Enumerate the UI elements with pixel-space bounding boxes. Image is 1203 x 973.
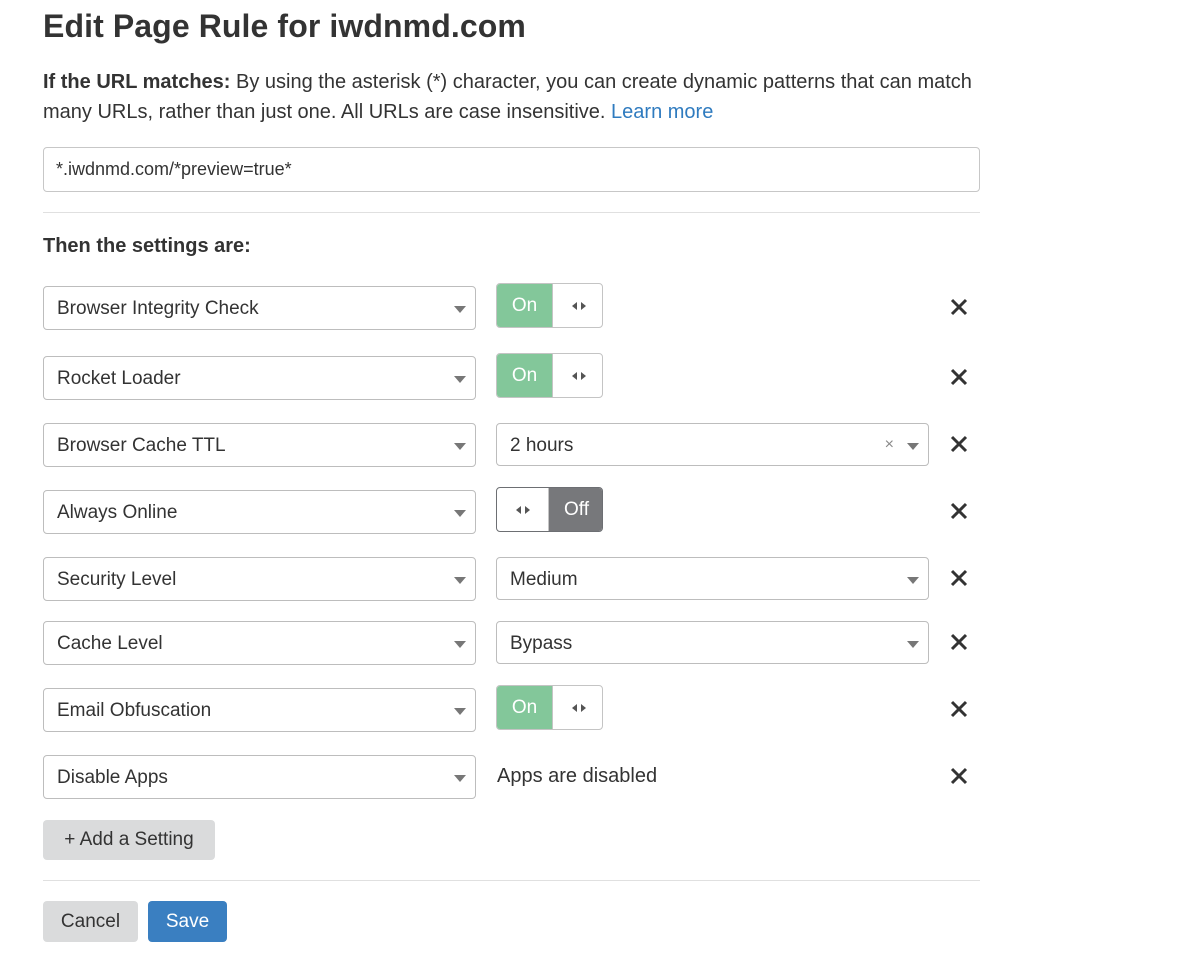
setting-select-label: Always Online <box>57 502 178 523</box>
toggle-handle-icon <box>552 284 602 327</box>
setting-toggle[interactable]: On <box>496 685 603 730</box>
setting-value-text: Apps are disabled <box>497 765 658 787</box>
caret-down-icon <box>907 577 919 584</box>
remove-setting-icon[interactable] <box>949 501 969 521</box>
setting-row: Security Level Medium <box>43 557 980 601</box>
caret-down-icon <box>907 641 919 648</box>
setting-select[interactable]: Disable Apps <box>43 755 476 799</box>
remove-setting-icon[interactable] <box>949 766 969 786</box>
divider <box>43 212 980 213</box>
setting-value-label: Bypass <box>510 633 573 654</box>
setting-select[interactable]: Always Online <box>43 490 476 534</box>
caret-down-icon <box>454 708 466 715</box>
caret-down-icon <box>454 641 466 648</box>
setting-select-label: Security Level <box>57 569 177 590</box>
setting-select[interactable]: Browser Integrity Check <box>43 286 476 330</box>
setting-row: Always Online Off <box>43 487 980 534</box>
divider <box>43 880 980 881</box>
add-setting-button[interactable]: + Add a Setting <box>43 820 215 860</box>
caret-down-icon <box>454 775 466 782</box>
setting-select[interactable]: Browser Cache TTL <box>43 423 476 467</box>
setting-select-label: Browser Cache TTL <box>57 435 226 456</box>
setting-select[interactable]: Email Obfuscation <box>43 688 476 732</box>
remove-setting-icon[interactable] <box>949 367 969 387</box>
cancel-button[interactable]: Cancel <box>43 901 138 942</box>
setting-select-label: Email Obfuscation <box>57 700 212 721</box>
remove-setting-icon[interactable] <box>949 568 969 588</box>
setting-row: Browser Integrity Check On <box>43 283 980 330</box>
learn-more-link[interactable]: Learn more <box>611 101 713 123</box>
setting-value-select[interactable]: Medium <box>496 557 929 600</box>
setting-row: Email Obfuscation On <box>43 685 980 732</box>
setting-toggle[interactable]: On <box>496 283 603 328</box>
setting-select-label: Cache Level <box>57 633 163 654</box>
setting-row: Cache Level Bypass <box>43 621 980 665</box>
toggle-state-label: On <box>497 284 552 327</box>
caret-down-icon <box>907 443 919 450</box>
caret-down-icon <box>454 510 466 517</box>
remove-setting-icon[interactable] <box>949 297 969 317</box>
caret-down-icon <box>454 306 466 313</box>
setting-value-select[interactable]: 2 hours × <box>496 423 929 466</box>
setting-select[interactable]: Rocket Loader <box>43 356 476 400</box>
setting-value-label: 2 hours <box>510 435 574 456</box>
clear-icon[interactable]: × <box>885 424 894 465</box>
caret-down-icon <box>454 443 466 450</box>
toggle-state-label: Off <box>549 488 602 531</box>
setting-value-label: Medium <box>510 569 578 590</box>
setting-row: Disable Apps Apps are disabled <box>43 755 980 799</box>
page-title: Edit Page Rule for iwdnmd.com <box>43 8 526 44</box>
remove-setting-icon[interactable] <box>949 699 969 719</box>
setting-toggle[interactable]: Off <box>496 487 603 532</box>
setting-select-label: Rocket Loader <box>57 368 181 389</box>
toggle-handle-icon <box>552 686 602 729</box>
toggle-state-label: On <box>497 354 552 397</box>
setting-row: Rocket Loader On <box>43 353 980 400</box>
setting-row: Browser Cache TTL 2 hours × <box>43 423 980 467</box>
toggle-state-label: On <box>497 686 552 729</box>
settings-heading: Then the settings are: <box>43 235 251 257</box>
url-match-description: If the URL matches: By using the asteris… <box>43 67 993 127</box>
toggle-handle-icon <box>497 488 549 531</box>
setting-select-label: Browser Integrity Check <box>57 298 259 319</box>
url-pattern-input[interactable] <box>43 147 980 192</box>
setting-toggle[interactable]: On <box>496 353 603 398</box>
remove-setting-icon[interactable] <box>949 632 969 652</box>
caret-down-icon <box>454 577 466 584</box>
setting-value-select[interactable]: Bypass <box>496 621 929 664</box>
remove-setting-icon[interactable] <box>949 434 969 454</box>
caret-down-icon <box>454 376 466 383</box>
save-button[interactable]: Save <box>148 901 227 942</box>
setting-select[interactable]: Security Level <box>43 557 476 601</box>
setting-select-label: Disable Apps <box>57 767 168 788</box>
toggle-handle-icon <box>552 354 602 397</box>
url-match-label: If the URL matches: <box>43 71 231 93</box>
setting-select[interactable]: Cache Level <box>43 621 476 665</box>
